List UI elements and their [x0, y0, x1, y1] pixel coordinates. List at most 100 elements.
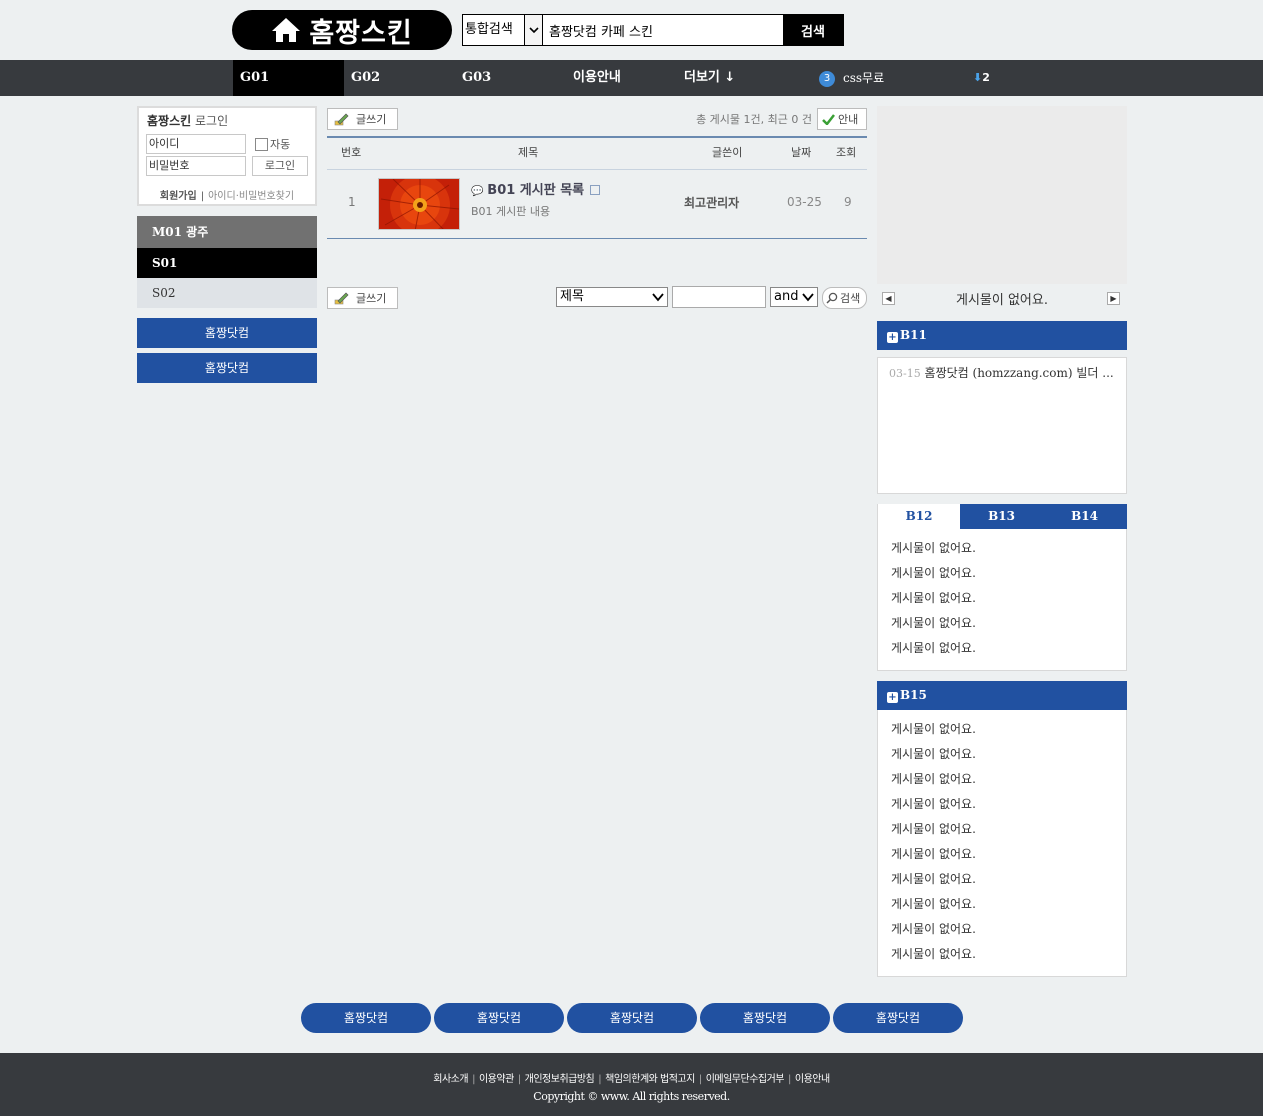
board-search-input[interactable] — [672, 286, 766, 308]
nav-item-g03[interactable]: G03 — [462, 60, 491, 96]
nav-down-count: 2 — [982, 71, 990, 84]
footer-link-disclaimer[interactable]: 책임의한계와 법적고지 — [605, 1074, 695, 1085]
panel-b15-header[interactable]: + B15 — [877, 681, 1127, 710]
list-item: 게시물이 없어요. — [891, 797, 976, 811]
pencil-icon — [334, 292, 349, 305]
side-banner-button[interactable]: 홈짱닷컴 — [137, 353, 317, 383]
login-title: 홈짱스킨 로그인 — [147, 114, 229, 128]
footer-links: 회사소개 | 이용약관 | 개인정보취급방침 | 책임의한계와 법적고지 | 이메일무단수집거부… — [433, 1074, 830, 1085]
banner-area — [877, 106, 1127, 284]
search-icon — [826, 292, 838, 304]
footer-link-about[interactable]: 회사소개 — [433, 1074, 468, 1085]
post-thumbnail[interactable] — [378, 178, 460, 230]
list-item: 게시물이 없어요. — [891, 847, 976, 861]
nav-item-down[interactable]: ⬇2 — [973, 60, 990, 96]
list-item: 게시물이 없어요. — [891, 897, 976, 911]
tab-b13[interactable]: B13 — [960, 504, 1043, 529]
column-header-title: 제목 — [518, 146, 539, 159]
board-search-op-select[interactable]: and — [770, 287, 818, 307]
bottom-link-button[interactable]: 홈짱닷컴 — [700, 1003, 830, 1033]
checkbox-icon — [255, 137, 268, 151]
panel-b11-header[interactable]: + B11 — [877, 321, 1127, 350]
nav-item-g02[interactable]: G02 — [351, 60, 380, 96]
footer: 회사소개 | 이용약관 | 개인정보취급방침 | 책임의한계와 법적고지 | 이메일무단수집거부… — [0, 1053, 1263, 1116]
search-input[interactable] — [543, 15, 783, 45]
list-item: 게시물이 없어요. — [891, 922, 976, 936]
side-menu-heading[interactable]: M01 광주 — [137, 216, 317, 248]
side-menu-item-s02[interactable]: S02 — [137, 278, 317, 308]
auto-login-checkbox[interactable]: 자동 — [255, 136, 290, 152]
arrow-down-icon: ⬇ — [973, 71, 983, 84]
nav-item-g01[interactable]: G01 — [233, 60, 344, 96]
search-scope-select[interactable]: 통합검색 — [463, 15, 525, 45]
write-button[interactable]: 글쓰기 — [327, 108, 398, 130]
list-item[interactable]: 03-15 홈짱닷컴 (homzzang.com) 빌더 ... — [889, 364, 1114, 381]
side-banner-button[interactable]: 홈짱닷컴 — [137, 318, 317, 348]
table-header: 번호 제목 글쓴이 날짜 조회 — [327, 138, 867, 170]
board-search-field-select[interactable]: 제목 — [556, 287, 668, 307]
main-nav: G01 G02 G03 이용안내 더보기 ↓ 3 css무료 ⬇2 — [0, 60, 1263, 96]
copyright: Copyright © www. All rights reserved. — [533, 1090, 730, 1103]
comment-icon: 💬 — [471, 186, 484, 197]
footer-link-terms[interactable]: 이용약관 — [479, 1074, 514, 1085]
nav-css-label: css무료 — [843, 71, 885, 85]
login-box: 홈짱스킨 로그인 아이디 자동 비밀번호 로그인 회원가입 | 아이디·비밀번호찾기 — [137, 106, 317, 206]
list-item: 게시물이 없어요. — [891, 641, 976, 655]
column-header-views: 조회 — [836, 146, 857, 159]
panel-b15-body: 게시물이 없어요. 게시물이 없어요. 게시물이 없어요. 게시물이 없어요. … — [877, 710, 1127, 977]
bottom-link-button[interactable]: 홈짱닷컴 — [833, 1003, 963, 1033]
post-excerpt: B01 게시판 내용 — [471, 205, 551, 218]
list-item: 게시물이 없어요. — [891, 541, 976, 555]
post-count: 총 게시물 1건, 최근 0 건 — [696, 113, 812, 126]
bottom-link-button[interactable]: 홈짱닷컴 — [567, 1003, 697, 1033]
guide-button[interactable]: 안내 — [817, 108, 867, 130]
list-item: 게시물이 없어요. — [891, 822, 976, 836]
table-row[interactable]: 1 💬 B01 게시판 목록 B01 게시판 내용 최고관리자 03-25 9 — [327, 170, 867, 238]
bottom-link-button[interactable]: 홈짱닷컴 — [434, 1003, 564, 1033]
side-menu-item-s01[interactable]: S01 — [137, 248, 317, 278]
post-author[interactable]: 최고관리자 — [684, 194, 739, 211]
id-field[interactable]: 아이디 — [146, 134, 246, 154]
slider-text: 게시물이 없어요. — [956, 293, 1048, 308]
post-views: 9 — [844, 195, 852, 209]
footer-link-privacy[interactable]: 개인정보취급방침 — [525, 1074, 595, 1085]
slider-nav: ◀ 게시물이 없어요. ▶ — [877, 288, 1127, 308]
chevron-down-icon[interactable] — [525, 15, 543, 45]
board-search-button[interactable]: 검색 — [822, 287, 867, 309]
list-item: 게시물이 없어요. — [891, 722, 976, 736]
write-button[interactable]: 글쓰기 — [327, 287, 398, 309]
password-field[interactable]: 비밀번호 — [146, 156, 246, 176]
search-bar: 통합검색 검색 — [462, 14, 844, 46]
check-icon — [822, 113, 835, 125]
list-item: 게시물이 없어요. — [891, 616, 976, 630]
login-button[interactable]: 로그인 — [252, 156, 308, 176]
search-button[interactable]: 검색 — [783, 15, 843, 45]
list-item: 게시물이 없어요. — [891, 591, 976, 605]
home-icon — [272, 18, 301, 42]
find-account-link[interactable]: 아이디·비밀번호찾기 — [208, 191, 294, 202]
column-header-date: 날짜 — [791, 146, 812, 159]
list-item: 게시물이 없어요. — [891, 872, 976, 886]
flower-thumbnail — [379, 179, 459, 229]
logo-text: 홈짱스킨 — [309, 17, 413, 49]
footer-link-email-policy[interactable]: 이메일무단수집거부 — [706, 1074, 785, 1085]
post-title-link[interactable]: 💬 B01 게시판 목록 — [471, 179, 600, 198]
tab-b14[interactable]: B14 — [1043, 504, 1126, 529]
nav-item-css[interactable]: 3 css무료 — [819, 60, 884, 96]
nav-item-guide[interactable]: 이용안내 — [573, 60, 621, 96]
column-header-author: 글쓴이 — [712, 146, 743, 159]
list-item: 게시물이 없어요. — [891, 772, 976, 786]
next-arrow-icon[interactable]: ▶ — [1107, 292, 1120, 305]
list-item: 게시물이 없어요. — [891, 747, 976, 761]
file-icon — [589, 185, 600, 195]
board-table: 번호 제목 글쓴이 날짜 조회 1 💬 B01 게시판 목록 B01 게시판 내… — [327, 136, 867, 239]
row-num: 1 — [348, 195, 356, 209]
count-badge: 3 — [819, 70, 835, 87]
nav-item-more[interactable]: 더보기 ↓ — [684, 60, 735, 96]
signup-link[interactable]: 회원가입 — [160, 191, 197, 202]
tab-b12[interactable]: B12 — [877, 504, 960, 529]
chevron-down-icon — [652, 293, 664, 302]
site-logo[interactable]: 홈짱스킨 — [232, 10, 452, 50]
footer-link-guide[interactable]: 이용안내 — [795, 1074, 830, 1085]
bottom-link-button[interactable]: 홈짱닷컴 — [301, 1003, 431, 1033]
